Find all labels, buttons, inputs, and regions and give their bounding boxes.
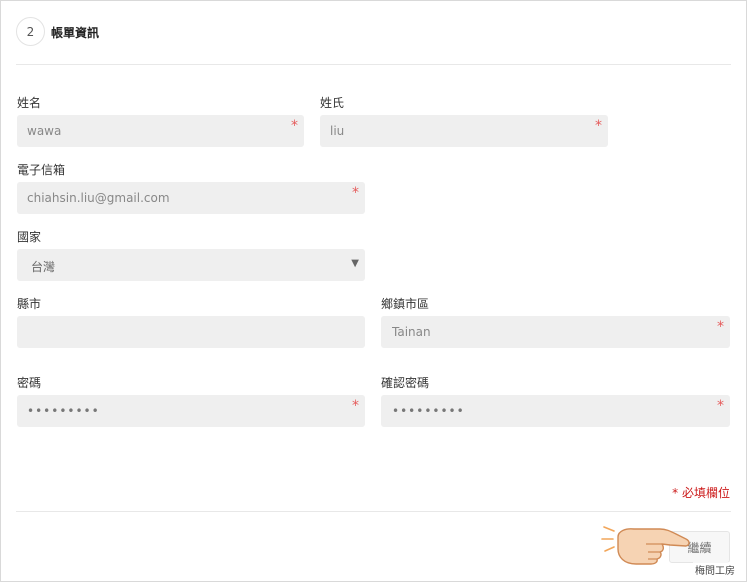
required-fields-note: * 必填欄位: [672, 486, 730, 500]
country-selected-value: 台灣: [31, 260, 56, 274]
district-required-mark: *: [717, 319, 724, 335]
header-divider: [16, 64, 731, 65]
last-name-label: 姓氏: [320, 96, 345, 110]
billing-panel: [0, 0, 747, 582]
county-input[interactable]: [17, 316, 365, 348]
watermark-text: 梅問工房: [693, 562, 737, 577]
first-name-input[interactable]: [17, 115, 304, 147]
email-required-mark: *: [352, 185, 359, 201]
country-label: 國家: [17, 230, 42, 244]
step-number-badge: 2: [16, 17, 45, 46]
district-input[interactable]: [381, 316, 730, 348]
last-name-required-mark: *: [595, 118, 602, 134]
email-input[interactable]: [17, 182, 365, 214]
footer-divider: [16, 511, 731, 512]
password-input[interactable]: [17, 395, 365, 427]
county-label: 縣市: [17, 297, 42, 311]
last-name-input[interactable]: [320, 115, 608, 147]
confirm-password-input[interactable]: [381, 395, 730, 427]
district-label: 鄉鎮市區: [381, 297, 430, 311]
password-required-mark: *: [352, 398, 359, 414]
pointing-hand-icon: [601, 526, 690, 565]
confirm-password-label: 確認密碼: [381, 376, 430, 390]
confirm-password-required-mark: *: [717, 398, 724, 414]
dropdown-arrow-icon: ▼: [351, 258, 359, 269]
country-select[interactable]: 台灣 ▼: [17, 249, 365, 281]
step-title: 帳單資訊: [51, 26, 100, 40]
first-name-required-mark: *: [291, 118, 298, 134]
email-label: 電子信箱: [17, 163, 66, 177]
password-label: 密碼: [17, 376, 42, 390]
first-name-label: 姓名: [17, 96, 42, 110]
